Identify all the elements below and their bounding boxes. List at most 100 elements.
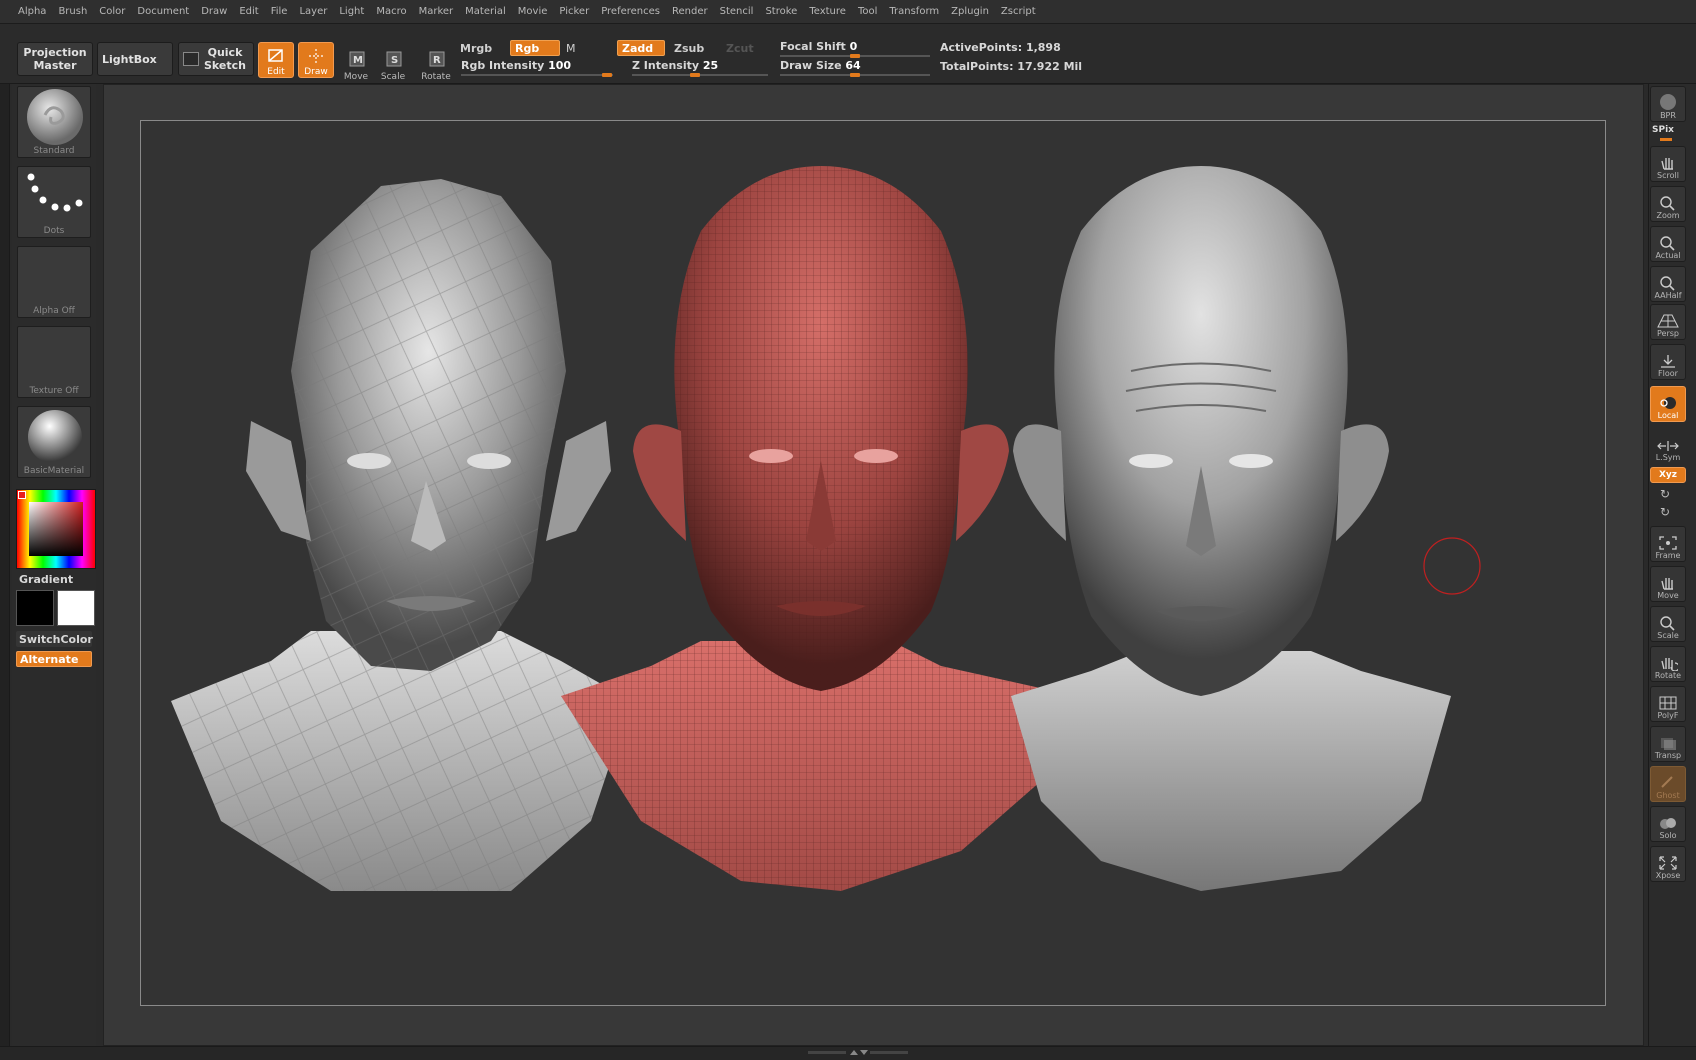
brush-selector[interactable]: Standard — [17, 86, 91, 158]
menu-macro[interactable]: Macro — [370, 0, 412, 24]
svg-text:R: R — [433, 55, 441, 66]
zsub-toggle[interactable]: Zsub — [670, 40, 714, 56]
z-intensity-slider[interactable]: Z Intensity 25 — [632, 59, 718, 72]
lsym-button[interactable]: L.Sym — [1650, 428, 1686, 464]
material-selector[interactable]: BasicMaterial — [17, 406, 91, 478]
menu-texture[interactable]: Texture — [803, 0, 852, 24]
spix-slider[interactable]: SPix — [1652, 125, 1684, 135]
menu-stencil[interactable]: Stencil — [714, 0, 760, 24]
menu-color[interactable]: Color — [93, 0, 131, 24]
color-saturation-square[interactable] — [29, 502, 83, 556]
scroll-button[interactable]: Scroll — [1650, 146, 1686, 182]
rotate-view-button[interactable]: Rotate — [1650, 646, 1686, 682]
zadd-toggle[interactable]: Zadd — [617, 40, 665, 56]
menu-stroke[interactable]: Stroke — [759, 0, 803, 24]
sculpt-heads-render[interactable] — [141, 121, 1607, 1007]
menu-marker[interactable]: Marker — [413, 0, 460, 24]
menu-picker[interactable]: Picker — [553, 0, 595, 24]
persp-button[interactable]: Persp — [1650, 304, 1686, 340]
menu-zscript[interactable]: Zscript — [995, 0, 1042, 24]
tray-grip-icon[interactable] — [808, 1049, 908, 1057]
document-viewport[interactable] — [140, 120, 1606, 1006]
scale-magnifier-icon — [1660, 616, 1675, 631]
local-button[interactable]: Local — [1650, 386, 1686, 422]
bpr-button[interactable]: BPR — [1650, 86, 1686, 122]
switch-color-button[interactable]: SwitchColor — [16, 631, 93, 647]
zcut-toggle[interactable]: Zcut — [722, 40, 762, 56]
alpha-selector[interactable]: Alpha Off — [17, 246, 91, 318]
menu-alpha[interactable]: Alpha — [12, 0, 52, 24]
solo-spheres-icon — [1660, 818, 1676, 829]
left-collapse-strip[interactable] — [0, 84, 10, 1046]
m-toggle[interactable]: M — [562, 40, 602, 56]
xpose-button[interactable]: Xpose — [1650, 846, 1686, 882]
bpr-sphere-icon — [1660, 94, 1676, 110]
frame-button[interactable]: Frame — [1650, 526, 1686, 562]
alternate-button[interactable]: Alternate — [16, 651, 92, 667]
rgb-intensity-handle[interactable] — [602, 73, 612, 77]
scale-view-button[interactable]: Scale — [1650, 606, 1686, 642]
z-intensity-track[interactable] — [632, 74, 768, 76]
rotate-axis-z-icon[interactable]: ↻ — [1660, 505, 1670, 519]
menu-document[interactable]: Document — [131, 0, 195, 24]
focal-shift-handle[interactable] — [850, 54, 860, 58]
menu-draw[interactable]: Draw — [195, 0, 233, 24]
aahalf-button[interactable]: AAHalf — [1650, 266, 1686, 302]
projection-master-button[interactable]: Projection Master — [17, 42, 93, 76]
rotate-button[interactable]: R Rotate — [416, 42, 456, 82]
z-intensity-handle[interactable] — [690, 73, 700, 77]
menu-preferences[interactable]: Preferences — [595, 0, 666, 24]
quick-sketch-button[interactable]: Quick Sketch — [178, 42, 254, 76]
rgb-intensity-slider[interactable]: Rgb Intensity 100 — [461, 59, 571, 72]
transp-button[interactable]: Transp — [1650, 726, 1686, 762]
menu-movie[interactable]: Movie — [512, 0, 554, 24]
local-pivot-icon — [1660, 397, 1676, 409]
stroke-selector[interactable]: Dots — [17, 166, 91, 238]
standard-brush-icon — [27, 89, 83, 145]
gradient-label[interactable]: Gradient — [19, 573, 73, 586]
move-view-button[interactable]: Move — [1650, 566, 1686, 602]
menu-layer[interactable]: Layer — [293, 0, 333, 24]
lightbox-button[interactable]: LightBox — [97, 42, 173, 76]
move-button[interactable]: M Move — [336, 42, 376, 82]
polyf-button[interactable]: PolyF — [1650, 686, 1686, 722]
menu-file[interactable]: File — [265, 0, 294, 24]
ghost-button[interactable]: Ghost — [1650, 766, 1686, 802]
draw-size-slider[interactable]: Draw Size 64 — [780, 59, 861, 72]
menu-render[interactable]: Render — [666, 0, 714, 24]
floor-button[interactable]: Floor — [1650, 344, 1686, 380]
menu-transform[interactable]: Transform — [883, 0, 945, 24]
xyz-button[interactable]: Xyz — [1650, 467, 1686, 483]
menu-edit[interactable]: Edit — [233, 0, 264, 24]
frame-icon — [1659, 536, 1677, 550]
menu-brush[interactable]: Brush — [52, 0, 93, 24]
mrgb-toggle[interactable]: Mrgb — [456, 40, 506, 56]
brush-cursor — [1423, 537, 1481, 595]
primary-color-swatch[interactable] — [16, 590, 54, 626]
menu-material[interactable]: Material — [459, 0, 512, 24]
edit-button[interactable]: Edit — [258, 42, 294, 78]
solo-button[interactable]: Solo — [1650, 806, 1686, 842]
focal-shift-slider[interactable]: Focal Shift 0 — [780, 40, 857, 53]
rgb-toggle[interactable]: Rgb — [510, 40, 560, 56]
menu-light[interactable]: Light — [333, 0, 370, 24]
secondary-color-swatch[interactable] — [57, 590, 95, 626]
spix-handle[interactable] — [1660, 138, 1672, 141]
scale-button[interactable]: S Scale — [373, 42, 413, 82]
texture-selector[interactable]: Texture Off — [17, 326, 91, 398]
draw-size-handle[interactable] — [850, 73, 860, 77]
bottom-tray-bar[interactable] — [0, 1046, 1696, 1060]
actual-button[interactable]: Actual — [1650, 226, 1686, 262]
color-picker[interactable] — [16, 489, 96, 569]
menu-tool[interactable]: Tool — [852, 0, 883, 24]
draw-button[interactable]: Draw — [298, 42, 334, 78]
lowpoly-head — [171, 179, 631, 891]
xpose-arrows-icon — [1659, 856, 1677, 870]
rotate-axis-y-icon[interactable]: ↻ — [1660, 487, 1670, 501]
top-toolbar: Projection Master LightBox Quick Sketch … — [0, 24, 1696, 84]
zoom-button[interactable]: Zoom — [1650, 186, 1686, 222]
svg-text:M: M — [353, 55, 363, 66]
rgb-intensity-track[interactable] — [461, 74, 613, 76]
active-points-readout: ActivePoints: 1,898 — [940, 41, 1061, 54]
menu-zplugin[interactable]: Zplugin — [945, 0, 995, 24]
